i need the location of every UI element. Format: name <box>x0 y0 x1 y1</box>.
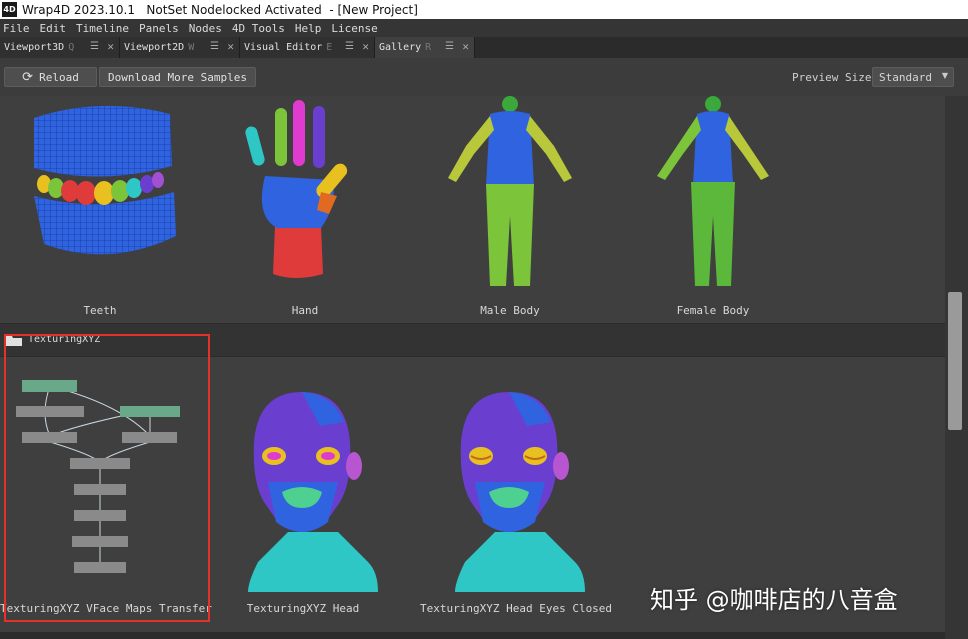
title-bar: 4D Wrap4D 2023.10.1 NotSet Nodelocked Ac… <box>0 0 968 19</box>
tab-label: Gallery <box>379 42 422 53</box>
gallery-item-teeth[interactable]: Teeth <box>20 96 180 320</box>
menu-panels[interactable]: Panels <box>139 22 179 35</box>
hamburger-icon[interactable]: ☰ <box>445 41 454 52</box>
male-body-thumbnail <box>448 96 572 286</box>
item-caption: Male Body <box>480 304 540 317</box>
item-caption: TexturingXYZ Head <box>246 602 360 615</box>
reload-button[interactable]: ⟳ Reload <box>4 67 97 87</box>
item-caption: Teeth <box>83 304 117 317</box>
head-eyes-closed-thumbnail <box>455 392 585 592</box>
preview-size-label: Preview Size <box>792 71 872 84</box>
item-caption: TexturingXYZ Head Eyes Closed <box>420 602 613 615</box>
tab-shortcut: R <box>425 42 432 53</box>
download-more-samples-button[interactable]: Download More Samples <box>99 67 256 87</box>
gallery-item-male-body[interactable]: Male Body <box>430 96 590 320</box>
selection-highlight <box>4 334 210 622</box>
menu-edit[interactable]: Edit <box>40 22 67 35</box>
hand-thumbnail <box>245 100 348 278</box>
gallery-view: Teeth Hand Male Body Female Body Texturi… <box>0 96 945 639</box>
tab-shortcut: Q <box>68 42 75 53</box>
gallery-item-hand[interactable]: Hand <box>225 96 385 320</box>
tab-label: Visual Editor <box>244 42 323 53</box>
menu-bar: File Edit Timeline Panels Nodes 4D Tools… <box>0 19 968 37</box>
gallery-item-texturingxyz-head-eyes-closed[interactable]: TexturingXYZ Head Eyes Closed <box>420 382 613 622</box>
vertical-scrollbar[interactable] <box>945 96 968 639</box>
item-caption: Hand <box>291 304 319 317</box>
bottom-strip <box>0 632 945 639</box>
tab-viewport2d[interactable]: Viewport2D W ☰ ✕ <box>120 37 240 58</box>
watermark: 知乎 @咖啡店的八音盒 <box>650 586 898 614</box>
tab-viewport3d[interactable]: Viewport3D Q ☰ ✕ <box>0 37 120 58</box>
close-icon[interactable]: ✕ <box>227 40 234 53</box>
window-title: Wrap4D 2023.10.1 NotSet Nodelocked Activ… <box>22 2 418 17</box>
teeth-thumbnail <box>34 105 176 255</box>
female-body-thumbnail <box>657 96 769 286</box>
tab-label: Viewport3D <box>4 42 65 53</box>
menu-timeline[interactable]: Timeline <box>76 22 129 35</box>
gallery-item-texturingxyz-head[interactable]: TexturingXYZ Head <box>228 382 378 622</box>
menu-4d-tools[interactable]: 4D Tools <box>232 22 285 35</box>
tab-shortcut: W <box>188 42 195 53</box>
dropdown-arrow-icon: ▼ <box>941 71 948 80</box>
tab-visual-editor[interactable]: Visual Editor E ☰ ✕ <box>240 37 375 58</box>
menu-license[interactable]: License <box>331 22 377 35</box>
tab-gallery[interactable]: Gallery R ☰ ✕ <box>375 37 475 58</box>
scroll-thumb[interactable] <box>948 292 962 430</box>
hamburger-icon[interactable]: ☰ <box>90 41 99 52</box>
item-caption: Female Body <box>676 304 750 317</box>
panel-tab-bar: Viewport3D Q ☰ ✕ Viewport2D W ☰ ✕ Visual… <box>0 37 968 58</box>
close-icon[interactable]: ✕ <box>362 40 369 53</box>
close-icon[interactable]: ✕ <box>462 40 469 53</box>
close-icon[interactable]: ✕ <box>107 40 114 53</box>
hamburger-icon[interactable]: ☰ <box>345 41 354 52</box>
gallery-toolbar: ⟳ Reload Download More Samples Preview S… <box>0 58 968 96</box>
preview-size-value: Standard <box>879 70 932 84</box>
menu-file[interactable]: File <box>3 22 30 35</box>
refresh-icon: ⟳ <box>22 69 34 85</box>
menu-help[interactable]: Help <box>295 22 322 35</box>
hamburger-icon[interactable]: ☰ <box>210 41 219 52</box>
gallery-item-female-body[interactable]: Female Body <box>633 96 793 320</box>
reload-label: Reload <box>39 70 79 84</box>
menu-nodes[interactable]: Nodes <box>189 22 222 35</box>
preview-size-select[interactable]: Standard ▼ <box>872 67 954 87</box>
app-logo-icon: 4D <box>2 2 17 17</box>
head-thumbnail <box>248 392 378 592</box>
tab-shortcut: E <box>326 42 333 53</box>
tab-label: Viewport2D <box>124 42 185 53</box>
